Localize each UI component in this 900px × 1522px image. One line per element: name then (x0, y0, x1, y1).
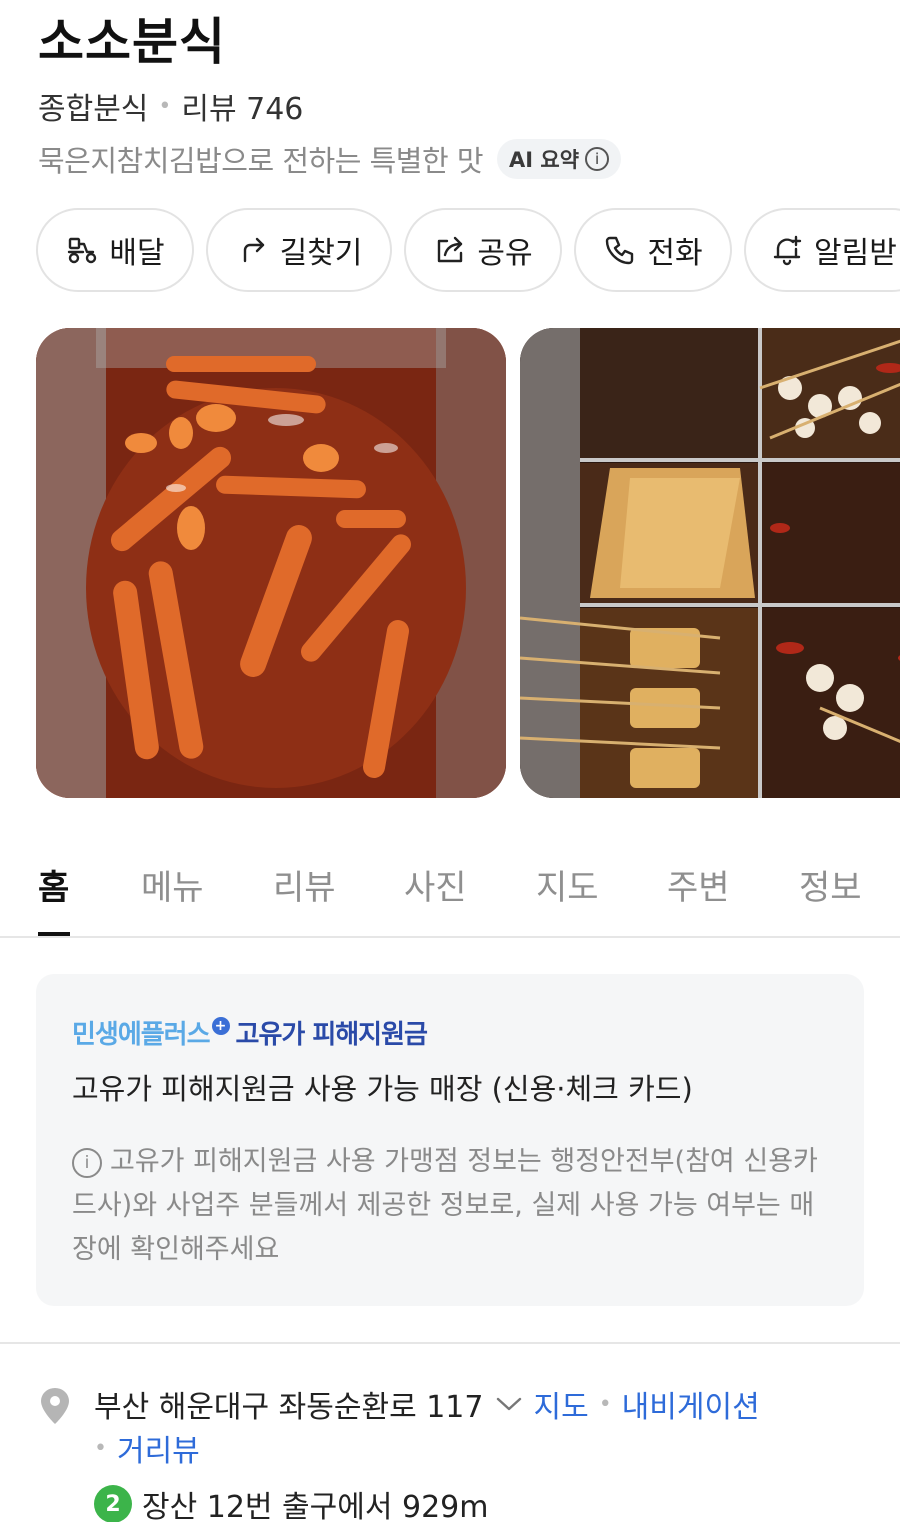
promo-logo: 민생에플러스 + 고유가 피해지원금 (72, 1014, 428, 1051)
review-count-link[interactable]: 리뷰 746 (181, 84, 303, 128)
address-text[interactable]: 부산 해운대구 좌동순환로 117 (94, 1382, 483, 1426)
separator-dot: • (94, 1435, 107, 1461)
photo-carousel[interactable] (36, 328, 900, 798)
subway-info: 2 장산 12번 출구에서 929m (94, 1482, 488, 1522)
tteokbokki-photo[interactable] (36, 328, 506, 798)
share-button[interactable]: 공유 (404, 208, 562, 292)
subway-text: 장산 12번 출구에서 929m (142, 1490, 489, 1522)
share-icon (438, 236, 463, 263)
subway-line-badge: 2 (94, 1485, 132, 1522)
ai-summary-chip[interactable]: AI 요약 i (497, 139, 622, 179)
place-name: 소소분식 (38, 13, 226, 71)
address-line-2: • 거리뷰 (94, 1426, 200, 1470)
fish-cake-photo[interactable] (520, 328, 900, 798)
phone-icon (606, 236, 634, 265)
bell-plus-icon (773, 235, 802, 266)
ai-summary: 묵은지참치김밥으로 전하는 특별한 맛 AI 요약 i (38, 138, 622, 180)
info-icon: i (72, 1148, 102, 1178)
promo-title: 고유가 피해지원금 사용 가능 매장 (신용·체크 카드) (72, 1072, 693, 1106)
active-tab-indicator (38, 932, 70, 936)
notification-label: 알림받 (814, 236, 897, 271)
promo-note: i 고유가 피해지원금 사용 가맹점 정보는 행정안전부(참여 신용카드사)와 사… (72, 1140, 832, 1272)
street-view-link[interactable]: 거리뷰 (117, 1426, 200, 1470)
delivery-label: 배달 (109, 236, 165, 271)
relief-fund-card: 민생에플러스 + 고유가 피해지원금 고유가 피해지원금 사용 가능 매장 (신… (36, 974, 864, 1306)
share-label: 공유 (477, 236, 533, 271)
map-link[interactable]: 지도 (533, 1382, 588, 1426)
tab-nearby[interactable]: 주변 (667, 860, 730, 909)
chevron-down-icon[interactable] (495, 1395, 523, 1413)
promo-note-text: 고유가 피해지원금 사용 가맹점 정보는 행정안전부(참여 신용카드사)와 사업… (72, 1146, 818, 1265)
address-line: 부산 해운대구 좌동순환로 117 지도 • 내비게이션 (94, 1382, 760, 1426)
separator-dot: • (598, 1391, 612, 1417)
separator-dot: • (158, 93, 172, 119)
tab-menu[interactable]: 메뉴 (141, 860, 204, 909)
call-button[interactable]: 전화 (574, 208, 732, 292)
tab-map[interactable]: 지도 (536, 860, 599, 909)
navigation-link[interactable]: 내비게이션 (622, 1382, 760, 1426)
directions-arrow-icon (243, 237, 264, 263)
action-bar: 배달 길찾기 공유 전화 알림받 (36, 208, 900, 292)
tab-reviews[interactable]: 리뷰 (273, 860, 336, 909)
delivery-button[interactable]: 배달 (36, 208, 194, 292)
tab-bar: 홈 메뉴 리뷰 사진 지도 주변 정보 (0, 830, 900, 938)
tab-photos[interactable]: 사진 (404, 860, 467, 909)
directions-label: 길찾기 (279, 236, 363, 271)
directions-button[interactable]: 길찾기 (206, 208, 392, 292)
tab-home[interactable]: 홈 (38, 860, 69, 909)
plus-badge-icon: + (211, 1016, 230, 1035)
tab-info[interactable]: 정보 (799, 860, 862, 909)
promo-brand-sub: 고유가 피해지원금 (235, 1020, 428, 1050)
notification-button[interactable]: 알림받 (744, 208, 900, 292)
delivery-scooter-icon (68, 237, 97, 264)
place-meta: 종합분식 • 리뷰 746 (38, 84, 303, 128)
location-pin-icon (41, 1388, 69, 1424)
info-icon[interactable]: i (585, 147, 610, 171)
summary-text: 묵은지참치김밥으로 전하는 특별한 맛 (38, 144, 484, 178)
ai-chip-label: AI 요약 (509, 148, 580, 172)
fish-cake-illustration (520, 328, 900, 798)
tteokbokki-illustration (36, 328, 506, 798)
promo-brand: 민생에플러스 (72, 1020, 211, 1050)
category-label: 종합분식 (38, 92, 149, 127)
section-divider (0, 1342, 900, 1344)
call-label: 전화 (647, 236, 703, 271)
